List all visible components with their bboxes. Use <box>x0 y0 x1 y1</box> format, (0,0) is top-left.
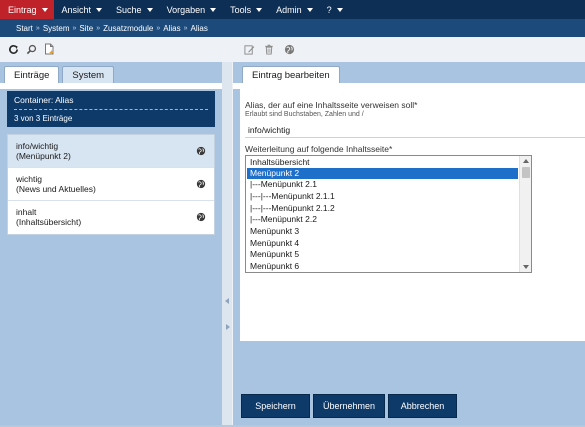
main-menu-bar: Eintrag Ansicht Suche Vorgaben Tools Adm… <box>0 0 585 19</box>
tab-eintraege[interactable]: Einträge <box>4 66 60 84</box>
breadcrumb-separator: » <box>183 24 188 32</box>
globe-icon[interactable] <box>196 212 206 224</box>
breadcrumb-alias-current[interactable]: Alias <box>191 24 208 33</box>
select-option[interactable]: Menüpunkt 4 <box>247 238 518 249</box>
globe-icon[interactable] <box>196 146 206 158</box>
alias-input[interactable] <box>245 123 585 138</box>
expand-right-icon[interactable] <box>226 324 230 330</box>
select-option[interactable]: |---|---Menüpunkt 2.1.1 <box>247 191 518 202</box>
container-title: Container: Alias <box>14 95 208 110</box>
breadcrumb-start[interactable]: Start <box>16 24 33 33</box>
redirect-select[interactable]: Inhaltsübersicht Menüpunkt 2 |---Menüpun… <box>245 155 532 273</box>
globe-icon[interactable] <box>196 179 206 191</box>
globe-icon[interactable] <box>283 43 295 55</box>
apply-button[interactable]: Übernehmen <box>313 394 385 418</box>
breadcrumb-alias-module[interactable]: Alias <box>163 24 180 33</box>
edit-form: Alias, der auf eine Inhaltsseite verweis… <box>240 89 585 341</box>
save-button[interactable]: Speichern <box>241 394 310 418</box>
chevron-down-icon <box>96 8 103 12</box>
menu-vorgaben[interactable]: Vorgaben <box>159 0 223 19</box>
menu-suche[interactable]: Suche <box>108 0 159 19</box>
entry-target: (News und Aktuelles) <box>16 184 96 194</box>
alias-hint: Erlaubt sind Buchstaben, Zahlen und / <box>245 111 364 118</box>
breadcrumb-separator: » <box>156 24 161 32</box>
refresh-icon[interactable] <box>7 43 19 55</box>
left-toolbar <box>7 42 55 56</box>
breadcrumb-separator: » <box>72 24 77 32</box>
collapse-left-icon[interactable] <box>225 298 229 304</box>
chevron-down-icon <box>146 8 153 12</box>
tab-eintrag-bearbeiten[interactable]: Eintrag bearbeiten <box>242 66 340 84</box>
entry-alias: info/wichtig <box>16 141 59 151</box>
entry-alias: inhalt <box>16 207 37 217</box>
select-option[interactable]: |---|---Menüpunkt 2.1.2 <box>247 203 518 214</box>
menu-ansicht[interactable]: Ansicht <box>54 0 109 19</box>
chevron-down-icon <box>210 8 217 12</box>
entry-count: 3 von 3 Einträge <box>14 114 73 123</box>
edit-icon[interactable] <box>243 43 255 55</box>
alias-label: Alias, der auf eine Inhaltsseite verweis… <box>245 100 418 110</box>
menu-admin-label: Admin <box>276 4 302 15</box>
menu-help[interactable]: ? <box>319 0 349 19</box>
scroll-thumb[interactable] <box>522 167 530 178</box>
search-icon[interactable] <box>25 43 37 55</box>
right-toolbar <box>243 42 295 56</box>
breadcrumb-system[interactable]: System <box>43 24 70 33</box>
select-option[interactable]: Inhaltsübersicht <box>247 157 518 168</box>
menu-admin[interactable]: Admin <box>268 0 319 19</box>
entry-list: info/wichtig (Menüpunkt 2) wichtig (News… <box>7 134 215 235</box>
chevron-down-icon <box>41 8 48 12</box>
breadcrumb-separator: » <box>35 24 40 32</box>
breadcrumb: Start » System » Site » Zusatzmodule » A… <box>0 19 585 37</box>
select-option[interactable]: Menüpunkt 5 <box>247 249 518 260</box>
new-document-icon[interactable] <box>43 43 55 55</box>
breadcrumb-zusatzmodule[interactable]: Zusatzmodule <box>103 24 153 33</box>
entry-target: (Menüpunkt 2) <box>16 151 71 161</box>
breadcrumb-separator: » <box>96 24 101 32</box>
entry-alias: wichtig <box>16 174 42 184</box>
container-header: Container: Alias 3 von 3 Einträge <box>7 91 215 127</box>
left-tab-bar: Einträge System <box>4 66 115 84</box>
chevron-down-icon <box>256 8 263 12</box>
cancel-button[interactable]: Abbrechen <box>388 394 457 418</box>
select-option-selected[interactable]: Menüpunkt 2 <box>247 168 518 179</box>
menu-suche-label: Suche <box>116 4 142 15</box>
form-buttons: Speichern Übernehmen Abbrechen <box>241 394 457 418</box>
scroll-up-icon[interactable] <box>523 159 529 163</box>
list-item[interactable]: inhalt (Inhaltsübersicht) <box>8 201 214 234</box>
menu-tools[interactable]: Tools <box>222 0 268 19</box>
scroll-down-icon[interactable] <box>523 265 529 269</box>
entries-panel: Einträge System Container: Alias 3 von 3… <box>0 62 222 427</box>
select-option[interactable]: Menüpunkt 3 <box>247 226 518 237</box>
tab-underline <box>0 83 222 89</box>
select-option[interactable]: Menüpunkt 6 <box>247 261 518 272</box>
list-item[interactable]: info/wichtig (Menüpunkt 2) <box>8 135 214 168</box>
chevron-down-icon <box>306 8 313 12</box>
breadcrumb-site[interactable]: Site <box>79 24 93 33</box>
redirect-label: Weiterleitung auf folgende Inhaltsseite* <box>245 144 393 154</box>
trash-icon[interactable] <box>263 43 275 55</box>
entry-target: (Inhaltsübersicht) <box>16 217 82 227</box>
chevron-down-icon <box>336 8 343 12</box>
list-item[interactable]: wichtig (News und Aktuelles) <box>8 168 214 201</box>
select-option[interactable]: |---Menüpunkt 2.2 <box>247 214 518 225</box>
listbox-scrollbar[interactable] <box>519 156 531 272</box>
menu-eintrag[interactable]: Eintrag <box>0 0 54 19</box>
edit-panel: Eintrag bearbeiten Alias, der auf eine I… <box>233 62 585 427</box>
panel-splitter[interactable] <box>222 62 232 427</box>
menu-help-label: ? <box>326 4 332 15</box>
tab-system[interactable]: System <box>62 66 115 84</box>
menu-tools-label: Tools <box>230 4 252 15</box>
menu-vorgaben-label: Vorgaben <box>166 4 206 15</box>
menu-ansicht-label: Ansicht <box>61 4 92 15</box>
menu-eintrag-label: Eintrag <box>8 4 37 15</box>
select-option[interactable]: |---Menüpunkt 2.1 <box>247 179 518 190</box>
